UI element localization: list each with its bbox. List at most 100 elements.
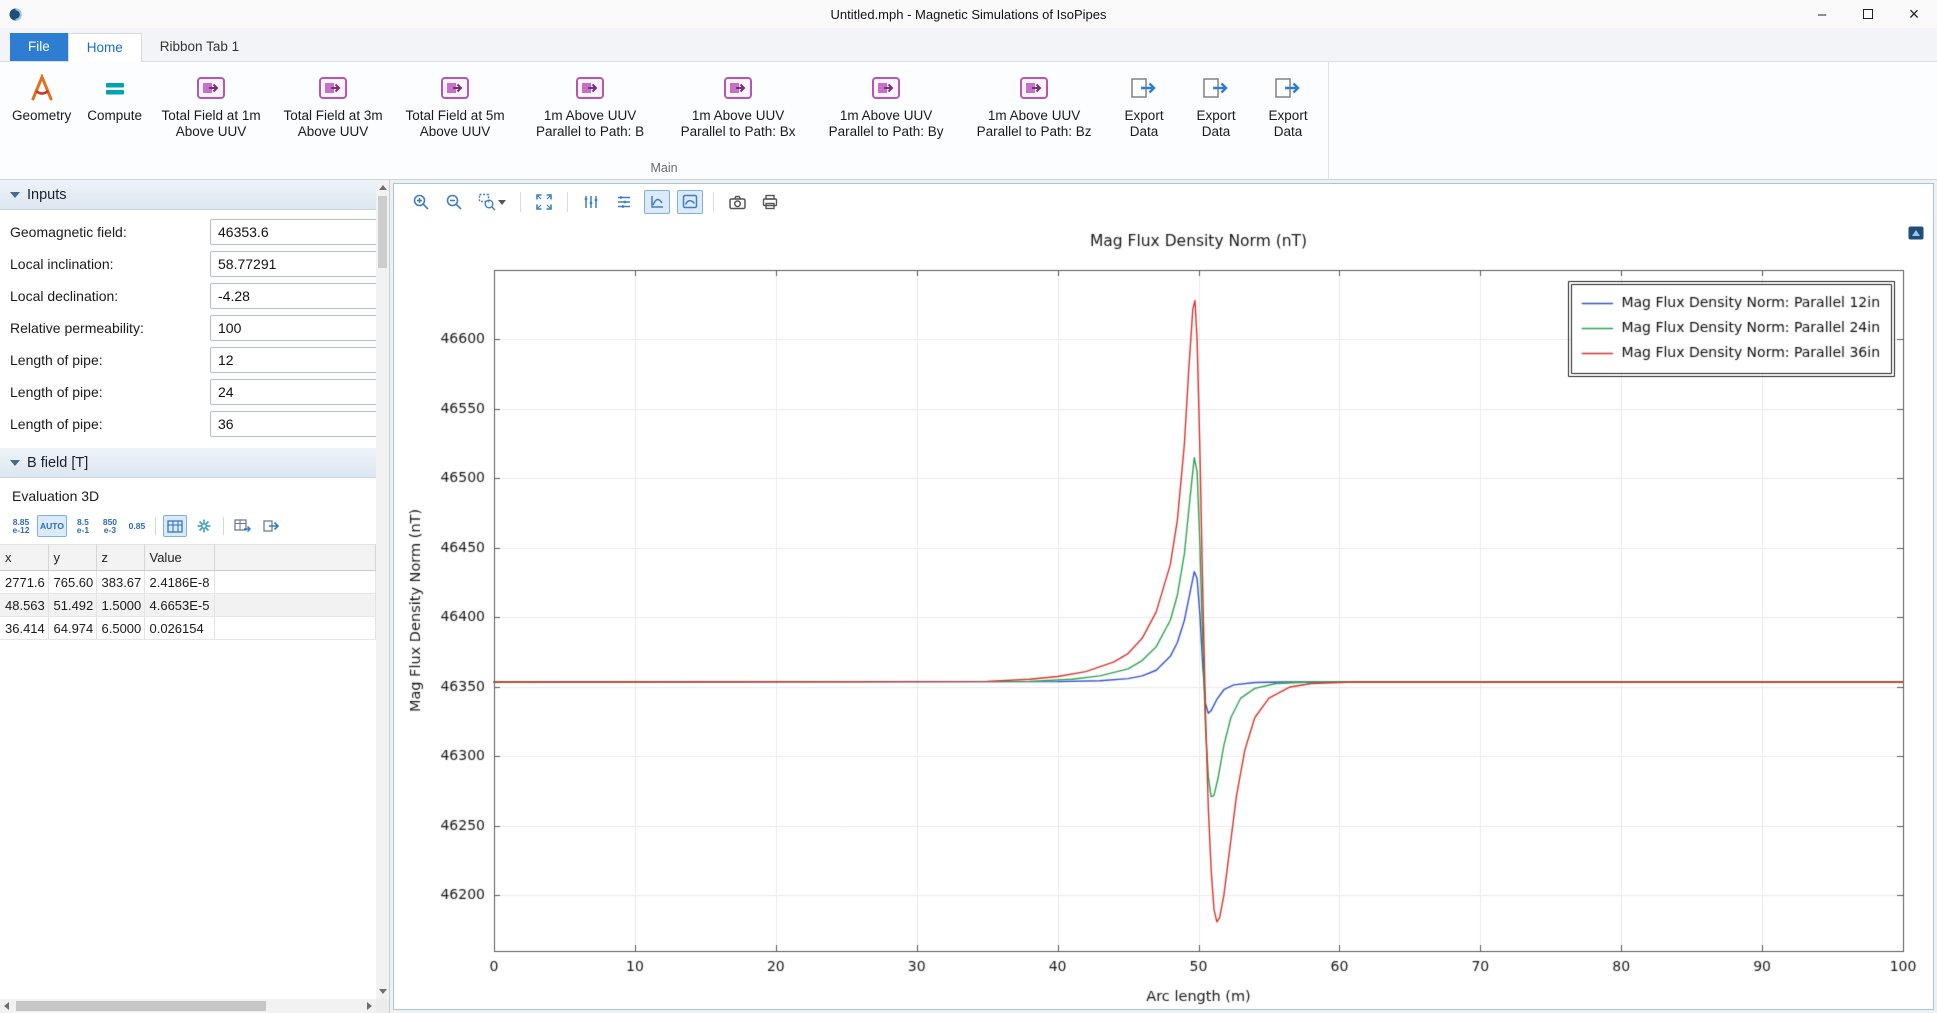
plot-group-icon [196,71,226,105]
precision-850e-3-button[interactable]: 850 e-3 [99,515,121,537]
toolbar-separator [567,192,568,212]
zoom-out-button[interactable] [441,190,467,214]
tab-file[interactable]: File [10,33,68,61]
plot-settings-1-button[interactable] [644,190,670,214]
cell-x[interactable]: 36.414 [0,617,48,640]
scroll-right-arrow[interactable] [367,1002,372,1010]
total-field-3m-button[interactable]: Total Field at 3m Above UUV [274,66,392,142]
copy-table-button[interactable] [231,515,255,537]
cell-filler [214,594,376,617]
field-label: Length of pipe: [10,416,210,432]
vertical-scrollbar[interactable] [376,180,389,999]
geometry-button[interactable]: Geometry [6,66,77,126]
inputs-section-header[interactable]: Inputs [0,180,376,210]
print-button[interactable] [757,190,783,214]
cell-y[interactable]: 51.492 [48,594,96,617]
scroll-down-arrow[interactable] [379,989,387,994]
precision-0-85-button[interactable]: 0.85 [126,515,148,537]
tab-ribbon-tab-1[interactable]: Ribbon Tab 1 [142,33,257,61]
export-data-button-3[interactable]: Export Data [1254,66,1322,142]
horizontal-scrollbar[interactable] [0,999,376,1013]
snapshot-button[interactable] [724,190,750,214]
pipe-length-24-input[interactable] [210,379,376,405]
zoom-out-icon [445,193,463,211]
cell-z[interactable]: 383.67 [96,571,144,594]
parallel-path-bx-button[interactable]: 1m Above UUV Parallel to Path: Bx [666,66,810,142]
export-data-icon [1129,71,1159,105]
maximize-icon [1863,9,1873,19]
total-field-5m-button[interactable]: Total Field at 5m Above UUV [396,66,514,142]
zoom-box-button[interactable] [474,190,510,214]
relative-permeability-input[interactable] [210,315,376,341]
bfield-section-header[interactable]: B field [T] [0,448,376,478]
table-icon [167,520,183,533]
local-declination-input[interactable] [210,283,376,309]
tab-home[interactable]: Home [68,33,142,62]
graphics-context-icon[interactable] [1908,226,1924,243]
precision-8-85e-12-button[interactable]: 8.85 e-12 [10,515,32,537]
dropdown-caret-icon [498,200,506,205]
button-label: Compute [87,108,142,124]
auto-format-button[interactable]: AUTO [37,515,67,537]
plot-group-icon [871,71,901,105]
local-inclination-input[interactable] [210,251,376,277]
vertical-scroll-thumb[interactable] [378,196,387,268]
horizontal-scroll-thumb[interactable] [16,1001,266,1011]
full-precision-button[interactable] [192,515,216,537]
maximize-button[interactable] [1845,0,1891,28]
button-label: Total Field at 1m Above UUV [158,108,264,140]
field-label: Geomagnetic field: [10,224,210,240]
ribbon-tab-bar: File Home Ribbon Tab 1 [0,28,1937,62]
geomagnetic-field-input[interactable] [210,219,376,245]
export-data-button-1[interactable]: Export Data [1110,66,1178,142]
plot-settings-2-button[interactable] [677,190,703,214]
minimize-button[interactable]: – [1799,0,1845,28]
compute-button[interactable]: Compute [81,66,148,126]
table-row[interactable]: 2771.6 765.60 383.67 2.4186E-8 [0,571,376,594]
cell-value[interactable]: 2.4186E-8 [144,571,214,594]
collapse-triangle-icon [10,460,20,466]
total-field-1m-button[interactable]: Total Field at 1m Above UUV [152,66,270,142]
export-data-button-2[interactable]: Export Data [1182,66,1250,142]
cell-y[interactable]: 765.60 [48,571,96,594]
scroll-up-arrow[interactable] [379,185,387,190]
cell-z[interactable]: 1.5000 [96,594,144,617]
table-row[interactable]: 36.414 64.974 6.5000 0.026154 [0,617,376,640]
button-label: Export Data [1188,108,1244,140]
button-label: Export Data [1116,108,1172,140]
toolbar-separator [155,517,156,535]
parallel-path-bz-button[interactable]: 1m Above UUV Parallel to Path: Bz [962,66,1106,142]
table-row[interactable]: 48.563 51.492 1.5000 4.6653E-5 [0,594,376,617]
format-label: 0.85 [129,522,146,531]
axis-limits-icon [582,193,600,211]
zoom-in-button[interactable] [408,190,434,214]
ribbon-group-main: Geometry Compute Total Field at 1m Above… [0,62,1329,179]
flower-icon [196,518,212,534]
cell-value[interactable]: 0.026154 [144,617,214,640]
parallel-path-b-button[interactable]: 1m Above UUV Parallel to Path: B [518,66,662,142]
scroll-left-arrow[interactable] [4,1002,9,1010]
pipe-length-36-input[interactable] [210,411,376,437]
cell-value[interactable]: 4.6653E-5 [144,594,214,617]
bfield-toolbar: 8.85 e-12 AUTO 8.5 e-1 850 e-3 0.85 [0,512,376,544]
graphics-toolbar [394,184,1933,220]
cell-x[interactable]: 2771.6 [0,571,48,594]
plot-canvas[interactable] [394,220,1933,1009]
cell-y[interactable]: 64.974 [48,617,96,640]
zoom-extents-button[interactable] [531,190,557,214]
cell-x[interactable]: 48.563 [0,594,48,617]
cell-filler [214,571,376,594]
field-row: Length of pipe: [0,376,376,408]
cell-z[interactable]: 6.5000 [96,617,144,640]
plot-area [394,220,1933,1009]
export-table-button[interactable] [260,515,284,537]
parallel-path-by-button[interactable]: 1m Above UUV Parallel to Path: By [814,66,958,142]
grid-lines-button[interactable] [611,190,637,214]
plot-group-icon [440,71,470,105]
table-view-button[interactable] [163,515,187,537]
axis-limits-button[interactable] [578,190,604,214]
close-button[interactable]: × [1891,0,1937,28]
toolbar-separator [223,517,224,535]
precision-8-5e-1-button[interactable]: 8.5 e-1 [72,515,94,537]
pipe-length-12-input[interactable] [210,347,376,373]
